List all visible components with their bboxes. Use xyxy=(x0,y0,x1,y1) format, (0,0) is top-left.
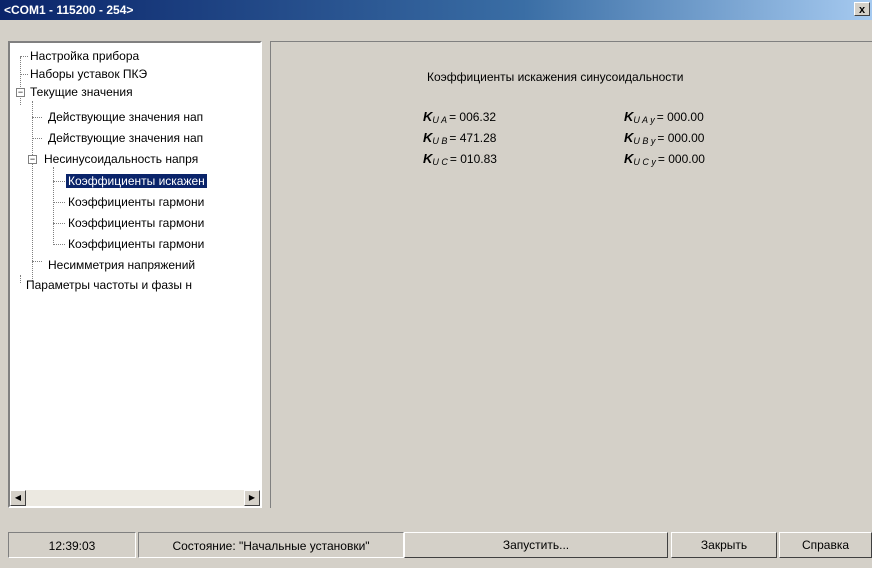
tree-item-label: Несимметрия напряжений xyxy=(48,258,196,272)
k-symbol: K xyxy=(624,109,634,124)
coefficient-value: = 471.28 xyxy=(449,131,497,145)
tree-item-current-values[interactable]: Текущие значения xyxy=(28,83,135,101)
k-symbol: K xyxy=(423,109,433,124)
panel-heading: Коэффициенты искажения синусоидальности xyxy=(427,70,684,84)
tree-item-label: Параметры частоты и фазы н xyxy=(26,278,192,292)
tree-line xyxy=(32,138,42,139)
tree-item-pqe-setpoints[interactable]: Наборы уставок ПКЭ xyxy=(28,65,149,83)
tree-item-label: Коэффициенты искажен xyxy=(65,173,208,189)
tree-item-frequency-phase[interactable]: Параметры частоты и фазы н xyxy=(24,276,194,294)
coefficient-ku-c: KU C = 010.83 xyxy=(423,151,497,167)
tree-line xyxy=(20,275,21,283)
coefficient-value: = 000.00 xyxy=(657,131,705,145)
tree-line xyxy=(32,101,33,281)
help-button[interactable]: Справка xyxy=(779,532,872,558)
tree-item-rms-voltage-2[interactable]: Действующие значения нап xyxy=(46,129,205,147)
k-subscript: U C xyxy=(432,157,448,167)
coefficient-ku-a: KU A = 006.32 xyxy=(423,109,496,125)
k-subscript: U A y xyxy=(633,115,655,125)
close-icon[interactable]: x xyxy=(854,2,870,16)
navigation-tree[interactable]: Настройка прибора Наборы уставок ПКЭ − Т… xyxy=(8,41,262,508)
coefficient-value: = 006.32 xyxy=(449,110,497,124)
tree-item-distortion-coefficients[interactable]: Коэффициенты искажен xyxy=(65,172,208,190)
tree-line xyxy=(20,57,21,105)
tree-item-label: Коэффициенты гармони xyxy=(68,237,205,251)
k-subscript: U B y xyxy=(633,136,656,146)
window-title: <COM1 - 115200 - 254> xyxy=(4,3,134,17)
coefficient-value: = 000.00 xyxy=(656,110,704,124)
tree-line xyxy=(20,74,28,75)
tree-line xyxy=(53,223,65,224)
tree-line xyxy=(20,56,28,57)
tree-line xyxy=(32,261,42,262)
tree-item-rms-voltage-1[interactable]: Действующие значения нап xyxy=(46,108,205,126)
k-subscript: U C y xyxy=(633,157,656,167)
scroll-left-icon[interactable]: ◀ xyxy=(10,490,26,506)
k-symbol: K xyxy=(423,151,433,166)
close-button[interactable]: Закрыть xyxy=(671,532,777,558)
tree-item-label: Несинусоидальность напря xyxy=(44,152,199,166)
tree-item-voltage-nonsinusoidality[interactable]: Несинусоидальность напря xyxy=(42,150,200,168)
coefficient-ku-c-y: KU C y = 000.00 xyxy=(624,151,705,167)
values-panel: Коэффициенты искажения синусоидальности … xyxy=(270,41,872,508)
tree-item-label: Текущие значения xyxy=(30,85,133,99)
tree-item-device-settings[interactable]: Настройка прибора xyxy=(28,47,141,65)
tree-item-label: Настройка прибора xyxy=(30,49,140,63)
k-symbol: K xyxy=(624,151,634,166)
coefficient-ku-a-y: KU A y = 000.00 xyxy=(624,109,704,125)
tree-line xyxy=(53,202,65,203)
tree-item-label: Наборы уставок ПКЭ xyxy=(30,67,148,81)
tree-line xyxy=(32,117,42,118)
title-bar: <COM1 - 115200 - 254> x xyxy=(0,0,872,20)
tree-item-label: Коэффициенты гармони xyxy=(68,216,205,230)
coefficient-ku-b-y: KU B y = 000.00 xyxy=(624,130,704,146)
coefficient-ku-b: KU B = 471.28 xyxy=(423,130,496,146)
tree-item-label: Действующие значения нап xyxy=(48,131,204,145)
tree-item-harmonic-coefficients-3[interactable]: Коэффициенты гармони xyxy=(66,235,206,253)
tree-line xyxy=(53,167,54,245)
status-bar: 12:39:03 Состояние: "Начальные установки… xyxy=(0,524,872,568)
scroll-right-icon[interactable]: ▶ xyxy=(244,490,260,506)
coefficient-value: = 010.83 xyxy=(449,152,497,166)
tree-item-voltage-unbalance[interactable]: Несимметрия напряжений xyxy=(46,256,197,274)
k-subscript: U A xyxy=(432,115,448,125)
horizontal-scrollbar[interactable]: ◀ ▶ xyxy=(10,490,260,506)
k-symbol: K xyxy=(423,130,433,145)
tree-item-label: Коэффициенты гармони xyxy=(68,195,205,209)
tree-item-harmonic-coefficients-2[interactable]: Коэффициенты гармони xyxy=(66,214,206,232)
k-symbol: K xyxy=(624,130,634,145)
tree-line xyxy=(53,244,65,245)
k-subscript: U B xyxy=(432,136,448,146)
run-button[interactable]: Запустить... xyxy=(404,532,668,558)
status-state: Состояние: "Начальные установки" xyxy=(138,532,404,558)
tree-item-harmonic-coefficients-1[interactable]: Коэффициенты гармони xyxy=(66,193,206,211)
status-time: 12:39:03 xyxy=(8,532,136,558)
tree-item-label: Действующие значения нап xyxy=(48,110,204,124)
tree-content: Настройка прибора Наборы уставок ПКЭ − Т… xyxy=(10,43,260,490)
coefficient-value: = 000.00 xyxy=(657,152,705,166)
collapse-icon[interactable]: − xyxy=(16,88,25,97)
tree-line xyxy=(53,181,65,182)
collapse-icon[interactable]: − xyxy=(28,155,37,164)
